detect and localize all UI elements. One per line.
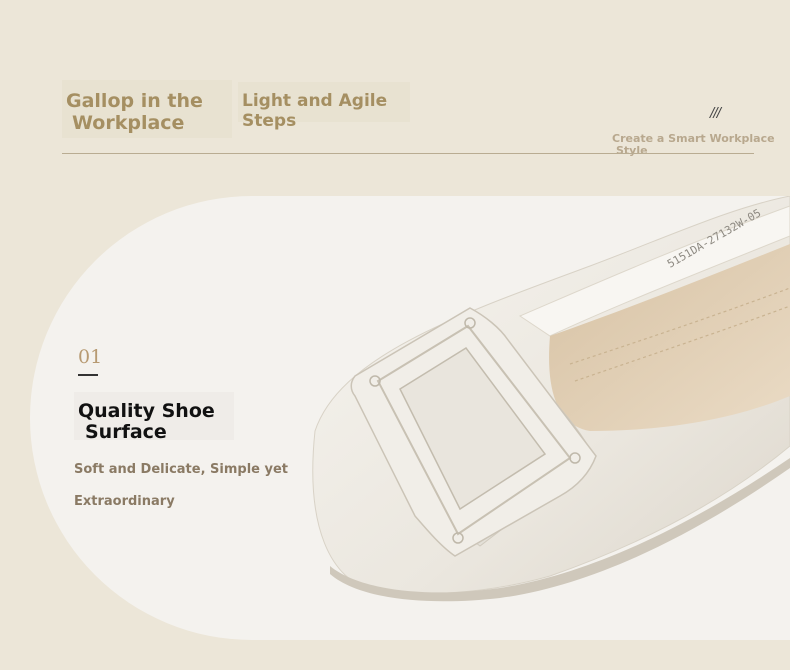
tagline-right-line2: Style xyxy=(616,144,648,157)
tagline-left-line1: Gallop in the xyxy=(66,90,203,112)
feature-description-line1: Soft and Delicate, Simple yet xyxy=(74,462,289,477)
feature-title-line1: Quality Shoe xyxy=(78,400,215,422)
feature-description-line2: Extraordinary xyxy=(74,494,175,509)
tagline-left-line2: Workplace xyxy=(72,112,185,134)
slash-decoration: /// xyxy=(710,106,721,121)
header-banner: Gallop in the Workplace Light and Agile … xyxy=(0,0,790,196)
feature-number: 01 xyxy=(78,346,103,368)
feature-title-line2: Surface xyxy=(85,421,167,443)
product-detail-page: Gallop in the Workplace Light and Agile … xyxy=(0,0,790,670)
tagline-middle: Light and Agile Steps xyxy=(238,82,410,131)
tagline-left: Gallop in the Workplace xyxy=(62,80,232,138)
feature-number-underline xyxy=(78,374,98,376)
header-divider xyxy=(62,153,754,154)
feature-title: Quality Shoe Surface xyxy=(74,392,234,443)
